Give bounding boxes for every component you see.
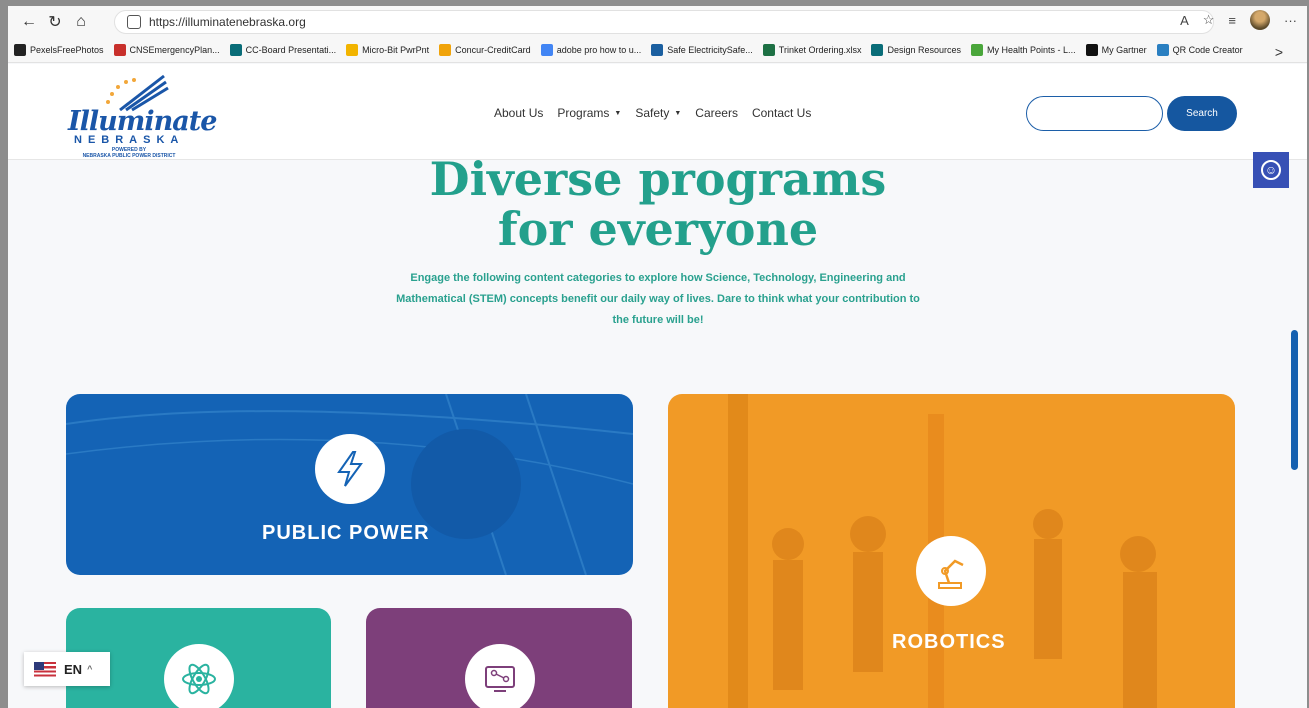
gartner-icon	[1085, 44, 1098, 56]
nav-label: About Us	[494, 106, 544, 120]
url-text: https://illuminatenebraska.org	[149, 15, 306, 29]
us-flag-icon	[34, 661, 56, 677]
computer-network-icon	[465, 644, 535, 708]
bookmark-label: Micro-Bit PwrPnt	[362, 45, 430, 55]
language-code: EN	[64, 661, 83, 677]
google-icon	[540, 44, 553, 56]
nav-item-safety[interactable]: Safety ▼	[635, 106, 681, 120]
bookmark-label: CC-Board Presentati...	[245, 45, 337, 55]
nav-label: Safety	[635, 106, 670, 120]
card-robotics[interactable]: ROBOTICS	[668, 394, 1235, 708]
hero-title: Diverse programs for everyone	[429, 152, 887, 256]
back-icon[interactable]: ←	[16, 9, 42, 35]
logo-powered: POWERED BY NEBRASKA PUBLIC POWER DISTRIC…	[82, 147, 176, 159]
site-logo[interactable]: Illuminate NEBRASKA POWERED BY NEBRASKA …	[64, 72, 217, 159]
bookmark-label: CNSEmergencyPlan...	[129, 45, 220, 55]
nav-item-contact-us[interactable]: Contact Us	[752, 106, 811, 120]
bookmark-item[interactable]: QR Code Creator	[1156, 44, 1243, 56]
bookmark-item[interactable]: CNSEmergencyPlan...	[113, 44, 220, 56]
bookmark-label: Design Resources	[887, 45, 962, 55]
lock-icon	[127, 15, 141, 29]
bookmark-item[interactable]: Trinket Ordering.xlsx	[762, 44, 862, 56]
accessibility-button[interactable]: ☺	[1253, 152, 1289, 188]
bookmark-item[interactable]: My Gartner	[1085, 44, 1147, 56]
home-icon[interactable]: ⌂	[68, 9, 94, 35]
bookmark-label: My Gartner	[1101, 45, 1147, 55]
bookmark-label: My Health Points - L...	[987, 45, 1076, 55]
chevron-down-icon: ▼	[614, 110, 622, 117]
excel-icon	[762, 44, 775, 56]
bookmark-label: QR Code Creator	[1172, 45, 1243, 55]
bookmark-label: PexelsFreePhotos	[30, 45, 104, 55]
card-label-robotics: ROBOTICS	[892, 631, 1006, 653]
accessibility-icon: ☺	[1261, 160, 1281, 180]
concur-icon	[439, 44, 452, 56]
bookmark-item[interactable]: CC-Board Presentati...	[229, 44, 337, 56]
pexels-icon	[14, 44, 26, 56]
bookmark-item[interactable]: Safe ElectricitySafe...	[651, 44, 753, 56]
site-header: Illuminate NEBRASKA POWERED BY NEBRASKA …	[8, 64, 1307, 160]
read-aloud-icon[interactable]: A	[1180, 13, 1189, 28]
card-label-public-power: PUBLIC POWER	[262, 522, 430, 544]
bookmark-item[interactable]: Concur-CreditCard	[439, 44, 531, 56]
sharepoint-icon	[229, 44, 242, 56]
chevron-up-icon: ^	[87, 664, 93, 674]
card-technology[interactable]	[366, 608, 632, 708]
qr-icon	[1156, 44, 1169, 56]
logo-word: Illuminate	[68, 106, 217, 137]
profile-avatar[interactable]	[1250, 10, 1270, 30]
nav-item-programs[interactable]: Programs ▼	[557, 106, 621, 120]
bookmark-item[interactable]: My Health Points - L...	[971, 44, 1076, 56]
health-icon	[971, 44, 984, 56]
nav-label: Careers	[695, 106, 738, 120]
nav-item-about-us[interactable]: About Us	[494, 106, 543, 120]
toolbar-right: A ☆ ≡ ···	[1180, 10, 1297, 30]
search-button[interactable]: Search	[1167, 96, 1237, 131]
search-input[interactable]	[1026, 96, 1163, 131]
atom-icon	[164, 644, 234, 708]
browser-toolbar: ← ↻ ⌂ https://illuminatenebraska.org A ☆…	[8, 6, 1307, 38]
bookmark-label: adobe pro how to u...	[556, 45, 642, 55]
hero-description: Engage the following content categories …	[396, 272, 920, 326]
page-scrollbar[interactable]	[1291, 330, 1298, 470]
bookmark-item[interactable]: Micro-Bit PwrPnt	[346, 44, 429, 56]
bookmark-label: Trinket Ordering.xlsx	[778, 45, 862, 55]
language-selector[interactable]: EN ^	[24, 652, 110, 686]
bookmarks-bar: PexelsFreePhotos CNSEmergencyPlan... CC-Bo…	[8, 38, 1307, 63]
main-nav: About Us Programs ▼ Safety ▼ Careers Contact U…	[494, 106, 811, 120]
robot-arm-icon	[916, 536, 986, 606]
nav-label: Programs	[557, 106, 610, 120]
nav-label: Contact Us	[751, 106, 812, 120]
bookmark-label: Safe ElectricitySafe...	[667, 45, 753, 55]
pdf-icon	[113, 44, 126, 56]
sharepoint-icon	[871, 44, 884, 56]
bookmarks-overflow-icon[interactable]: >	[1275, 44, 1283, 60]
logo-sub: NEBRASKA	[74, 134, 185, 146]
favorite-star-icon[interactable]: ☆	[1203, 12, 1215, 28]
address-bar[interactable]: https://illuminatenebraska.org	[114, 10, 1214, 34]
card-public-power[interactable]: PUBLIC POWER	[66, 394, 633, 575]
bookmark-label: Concur-CreditCard	[455, 45, 531, 55]
favorites-icon[interactable]: ≡	[1228, 13, 1236, 28]
slides-icon	[346, 44, 359, 56]
bookmark-item[interactable]: adobe pro how to u...	[540, 44, 642, 56]
nav-item-careers[interactable]: Careers	[695, 106, 738, 120]
lightning-bolt-icon	[315, 434, 385, 504]
reload-icon[interactable]: ↻	[42, 9, 68, 35]
safe-electricity-icon	[651, 44, 664, 56]
bookmark-item[interactable]: PexelsFreePhotos	[14, 44, 104, 56]
more-icon[interactable]: ···	[1284, 13, 1297, 28]
bookmark-item[interactable]: Design Resources	[871, 44, 961, 56]
browser-window: ← ↻ ⌂ https://illuminatenebraska.org A ☆…	[0, 0, 1309, 708]
chevron-down-icon: ▼	[674, 110, 682, 117]
